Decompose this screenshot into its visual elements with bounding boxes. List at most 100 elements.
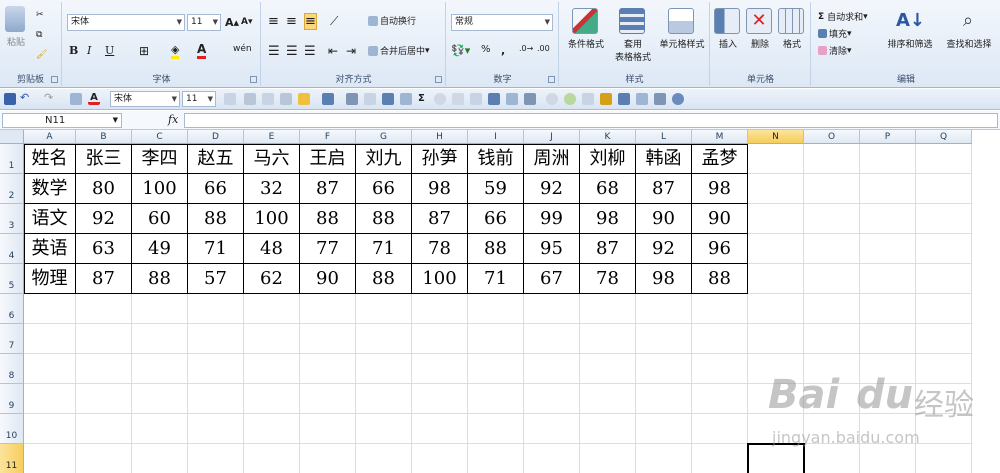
table-cell[interactable]: 100	[132, 174, 188, 204]
row-header[interactable]: 2	[0, 174, 24, 204]
grid-cell[interactable]	[412, 414, 468, 444]
find-select-button[interactable]: ⌕ 查找和选择	[940, 8, 998, 50]
decrease-indent-icon[interactable]: ⇤	[328, 44, 338, 58]
column-header[interactable]: H	[412, 130, 468, 144]
table-cell[interactable]: 钱前	[468, 144, 524, 174]
column-header[interactable]: B	[76, 130, 132, 144]
row-header[interactable]: 9	[0, 384, 24, 414]
grid-cell[interactable]	[748, 354, 804, 384]
format-as-table-button[interactable]: 套用 表格格式	[610, 8, 656, 63]
font-color-icon[interactable]: A	[197, 42, 207, 59]
table-cell[interactable]: 62	[244, 264, 300, 294]
table-cell[interactable]: 77	[300, 234, 356, 264]
table-cell[interactable]: 刘九	[356, 144, 412, 174]
table-cell[interactable]: 物理	[24, 264, 76, 294]
grid-cell[interactable]	[524, 444, 580, 473]
phonetic-button[interactable]: wén	[233, 44, 252, 54]
grid-cell[interactable]	[580, 384, 636, 414]
grid-cell[interactable]	[132, 444, 188, 473]
delete-button[interactable]: ✕ 删除	[745, 8, 775, 50]
table-cell[interactable]: 90	[692, 204, 748, 234]
table-cell[interactable]: 49	[132, 234, 188, 264]
row-header[interactable]: 10	[0, 414, 24, 444]
percent-button[interactable]: %	[481, 44, 491, 55]
grid-cell[interactable]	[356, 384, 412, 414]
grid-cell[interactable]	[524, 354, 580, 384]
grid-cell[interactable]	[916, 204, 972, 234]
table-cell[interactable]: 96	[692, 234, 748, 264]
grid-cell[interactable]	[468, 414, 524, 444]
grid-cell[interactable]	[356, 294, 412, 324]
grid-cell[interactable]	[636, 384, 692, 414]
grid-cell[interactable]	[300, 354, 356, 384]
grid-cell[interactable]	[132, 294, 188, 324]
column-header[interactable]: M	[692, 130, 748, 144]
grid-cell[interactable]	[188, 414, 244, 444]
grid-cell[interactable]	[804, 324, 860, 354]
grid-cell[interactable]	[468, 324, 524, 354]
grid-cell[interactable]	[580, 294, 636, 324]
toolbar-icon-8[interactable]	[382, 93, 394, 105]
grid-cell[interactable]	[356, 444, 412, 473]
table-cell[interactable]: 姓名	[24, 144, 76, 174]
grid-cell[interactable]	[412, 324, 468, 354]
grid-cell[interactable]	[76, 414, 132, 444]
column-header[interactable]: K	[580, 130, 636, 144]
table-cell[interactable]: 马六	[244, 144, 300, 174]
grid-cell[interactable]	[804, 294, 860, 324]
toolbar-icon-9[interactable]	[434, 93, 446, 105]
bold-button[interactable]: B	[69, 44, 78, 57]
paste-button[interactable]: 粘贴	[4, 6, 28, 48]
toolbar-icon-2[interactable]	[244, 93, 256, 105]
grid-cell[interactable]	[804, 444, 860, 473]
row-header[interactable]: 7	[0, 324, 24, 354]
grid-cell[interactable]	[76, 354, 132, 384]
column-header[interactable]: F	[300, 130, 356, 144]
column-header[interactable]: L	[636, 130, 692, 144]
grid-cell[interactable]	[412, 384, 468, 414]
grid-cell[interactable]	[244, 354, 300, 384]
grid-cell[interactable]	[188, 354, 244, 384]
table-cell[interactable]: 66	[188, 174, 244, 204]
grid-cell[interactable]	[188, 444, 244, 473]
grid-cell[interactable]	[748, 234, 804, 264]
conditional-format-button[interactable]: 条件格式	[562, 8, 610, 50]
toolbar-icon-7[interactable]	[364, 93, 376, 105]
table-cell[interactable]: 98	[692, 174, 748, 204]
table-cell[interactable]: 90	[300, 264, 356, 294]
column-header[interactable]: Q	[916, 130, 972, 144]
grid-cell[interactable]	[692, 324, 748, 354]
grid-cell[interactable]	[860, 354, 916, 384]
table-cell[interactable]: 88	[468, 234, 524, 264]
font-size-select[interactable]: 11 ▼	[187, 14, 221, 31]
undo-icon[interactable]: ↶	[20, 92, 32, 104]
grid-cell[interactable]	[748, 144, 804, 174]
fill-color-toolbar-icon[interactable]	[298, 93, 310, 105]
name-box[interactable]: N11 ▼	[2, 113, 122, 128]
grid-cell[interactable]	[916, 354, 972, 384]
toolbar-icon-3[interactable]	[262, 93, 274, 105]
borders-icon[interactable]: ⊞	[139, 44, 149, 58]
insert-function-button[interactable]: fx	[168, 113, 178, 126]
grid-cell[interactable]	[356, 414, 412, 444]
grid-cell[interactable]	[804, 204, 860, 234]
grid-cell[interactable]	[860, 204, 916, 234]
filter-icon[interactable]	[400, 93, 412, 105]
grid-cell[interactable]	[692, 294, 748, 324]
grid-cell[interactable]	[524, 384, 580, 414]
table-cell[interactable]: 88	[356, 204, 412, 234]
table-cell[interactable]: 66	[356, 174, 412, 204]
qat-font-name-select[interactable]: 宋体 ▼	[110, 91, 180, 107]
table-cell[interactable]: 98	[636, 264, 692, 294]
grid-cell[interactable]	[804, 174, 860, 204]
column-header[interactable]: I	[468, 130, 524, 144]
grid-cell[interactable]	[916, 294, 972, 324]
fill-color-icon[interactable]: ◈	[171, 43, 180, 59]
table-cell[interactable]: 87	[580, 234, 636, 264]
grid-cell[interactable]	[804, 384, 860, 414]
format-painter-toolbar-icon[interactable]	[600, 93, 612, 105]
table-cell[interactable]: 68	[580, 174, 636, 204]
toolbar-icon-14[interactable]	[524, 93, 536, 105]
grid-cell[interactable]	[24, 384, 76, 414]
grid-cell[interactable]	[76, 294, 132, 324]
